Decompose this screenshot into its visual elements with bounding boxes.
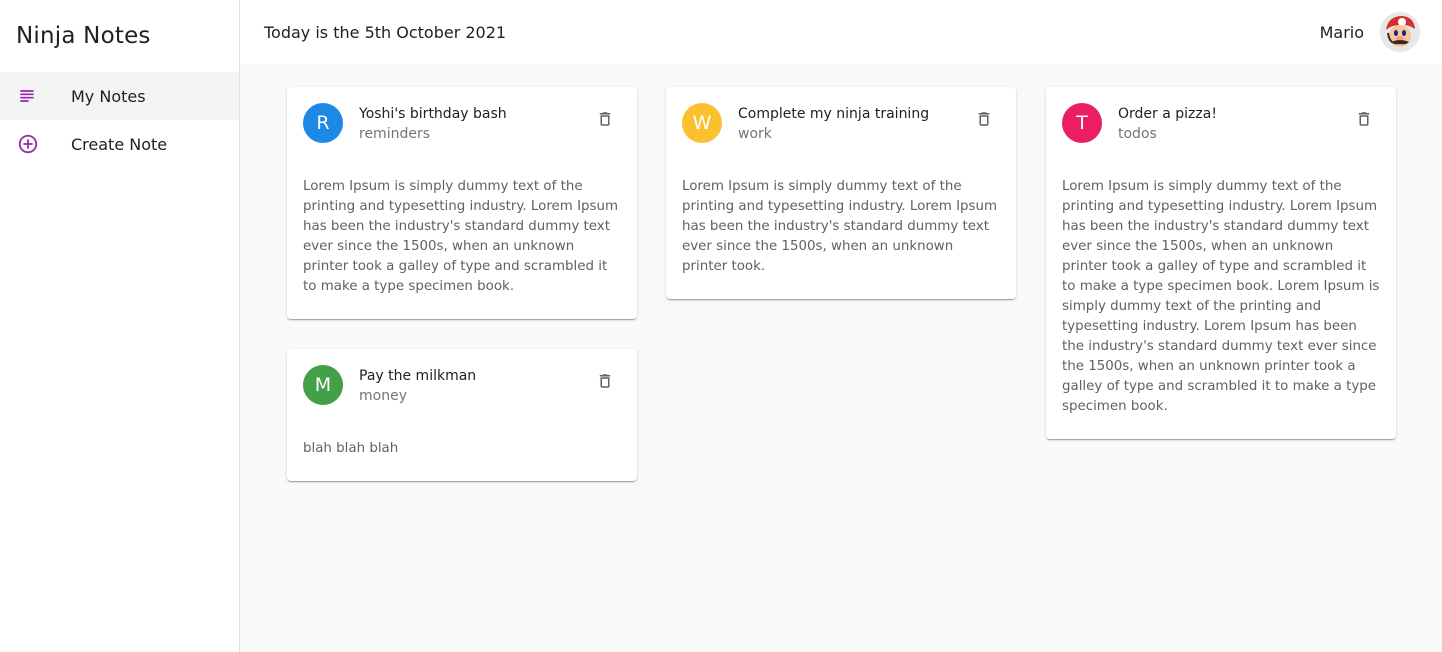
note-avatar: T [1062,103,1102,143]
note-card-header: M Pay the milkman money [287,349,637,421]
note-body: Lorem Ipsum is simply dummy text of the … [682,179,998,274]
note-title: Order a pizza! [1118,106,1217,122]
avatar[interactable] [1380,12,1420,52]
note-avatar: R [303,103,343,143]
note-title: Pay the milkman [359,368,477,384]
delete-note-button[interactable] [972,107,996,131]
note-card-header: T Order a pizza! todos [1046,87,1396,159]
top-app-bar: Today is the 5th October 2021 Mario [240,0,1442,64]
note-card: M Pay the milkman money blah blah blah [287,349,637,481]
date-text: Today is the 5th October 2021 [264,22,507,42]
note-card-header: R Yoshi's birthday bash reminders [287,87,637,159]
note-category: work [738,126,772,142]
delete-note-button[interactable] [593,369,617,393]
note-title: Yoshi's birthday bash [359,106,507,122]
user-info: Mario [1320,12,1420,52]
delete-outline-icon [1358,112,1370,126]
username: Mario [1319,22,1364,42]
app-title: Ninja Notes [16,23,151,49]
note-card-header: W Complete my ninja training work [666,87,1016,159]
delete-note-button[interactable] [1352,107,1376,131]
note-category: todos [1118,126,1157,142]
delete-outline-icon [978,112,990,126]
note-avatar: W [682,103,722,143]
sidebar-item-label: My Notes [71,86,146,106]
note-avatar: M [303,365,343,405]
note-title: Complete my ninja training [738,106,930,122]
note-card: T Order a pizza! todos Lorem Ipsum is si… [1046,87,1396,439]
note-card: R Yoshi's birthday bash reminders Lorem … [287,87,637,319]
note-category: reminders [359,126,431,142]
sidebar-item-my-notes[interactable]: My Notes [0,72,239,120]
note-category: money [359,388,407,404]
note-body: Lorem Ipsum is simply dummy text of the … [1062,179,1380,414]
sidebar-item-label: Create Note [71,134,168,154]
note-card: W Complete my ninja training work Lorem … [666,87,1016,299]
subject-icon [0,86,71,106]
sidebar-item-create-note[interactable]: Create Note [0,120,239,168]
delete-outline-icon [599,374,611,388]
add-circle-icon [0,133,71,155]
delete-outline-icon [599,112,611,126]
app-root: Ninja Notes My Notes Create Note Today i… [0,0,1442,652]
delete-note-button[interactable] [593,107,617,131]
note-body: blah blah blah [303,441,399,456]
sidebar: Ninja Notes My Notes Create Note [0,0,240,652]
note-body: Lorem Ipsum is simply dummy text of the … [303,179,619,294]
